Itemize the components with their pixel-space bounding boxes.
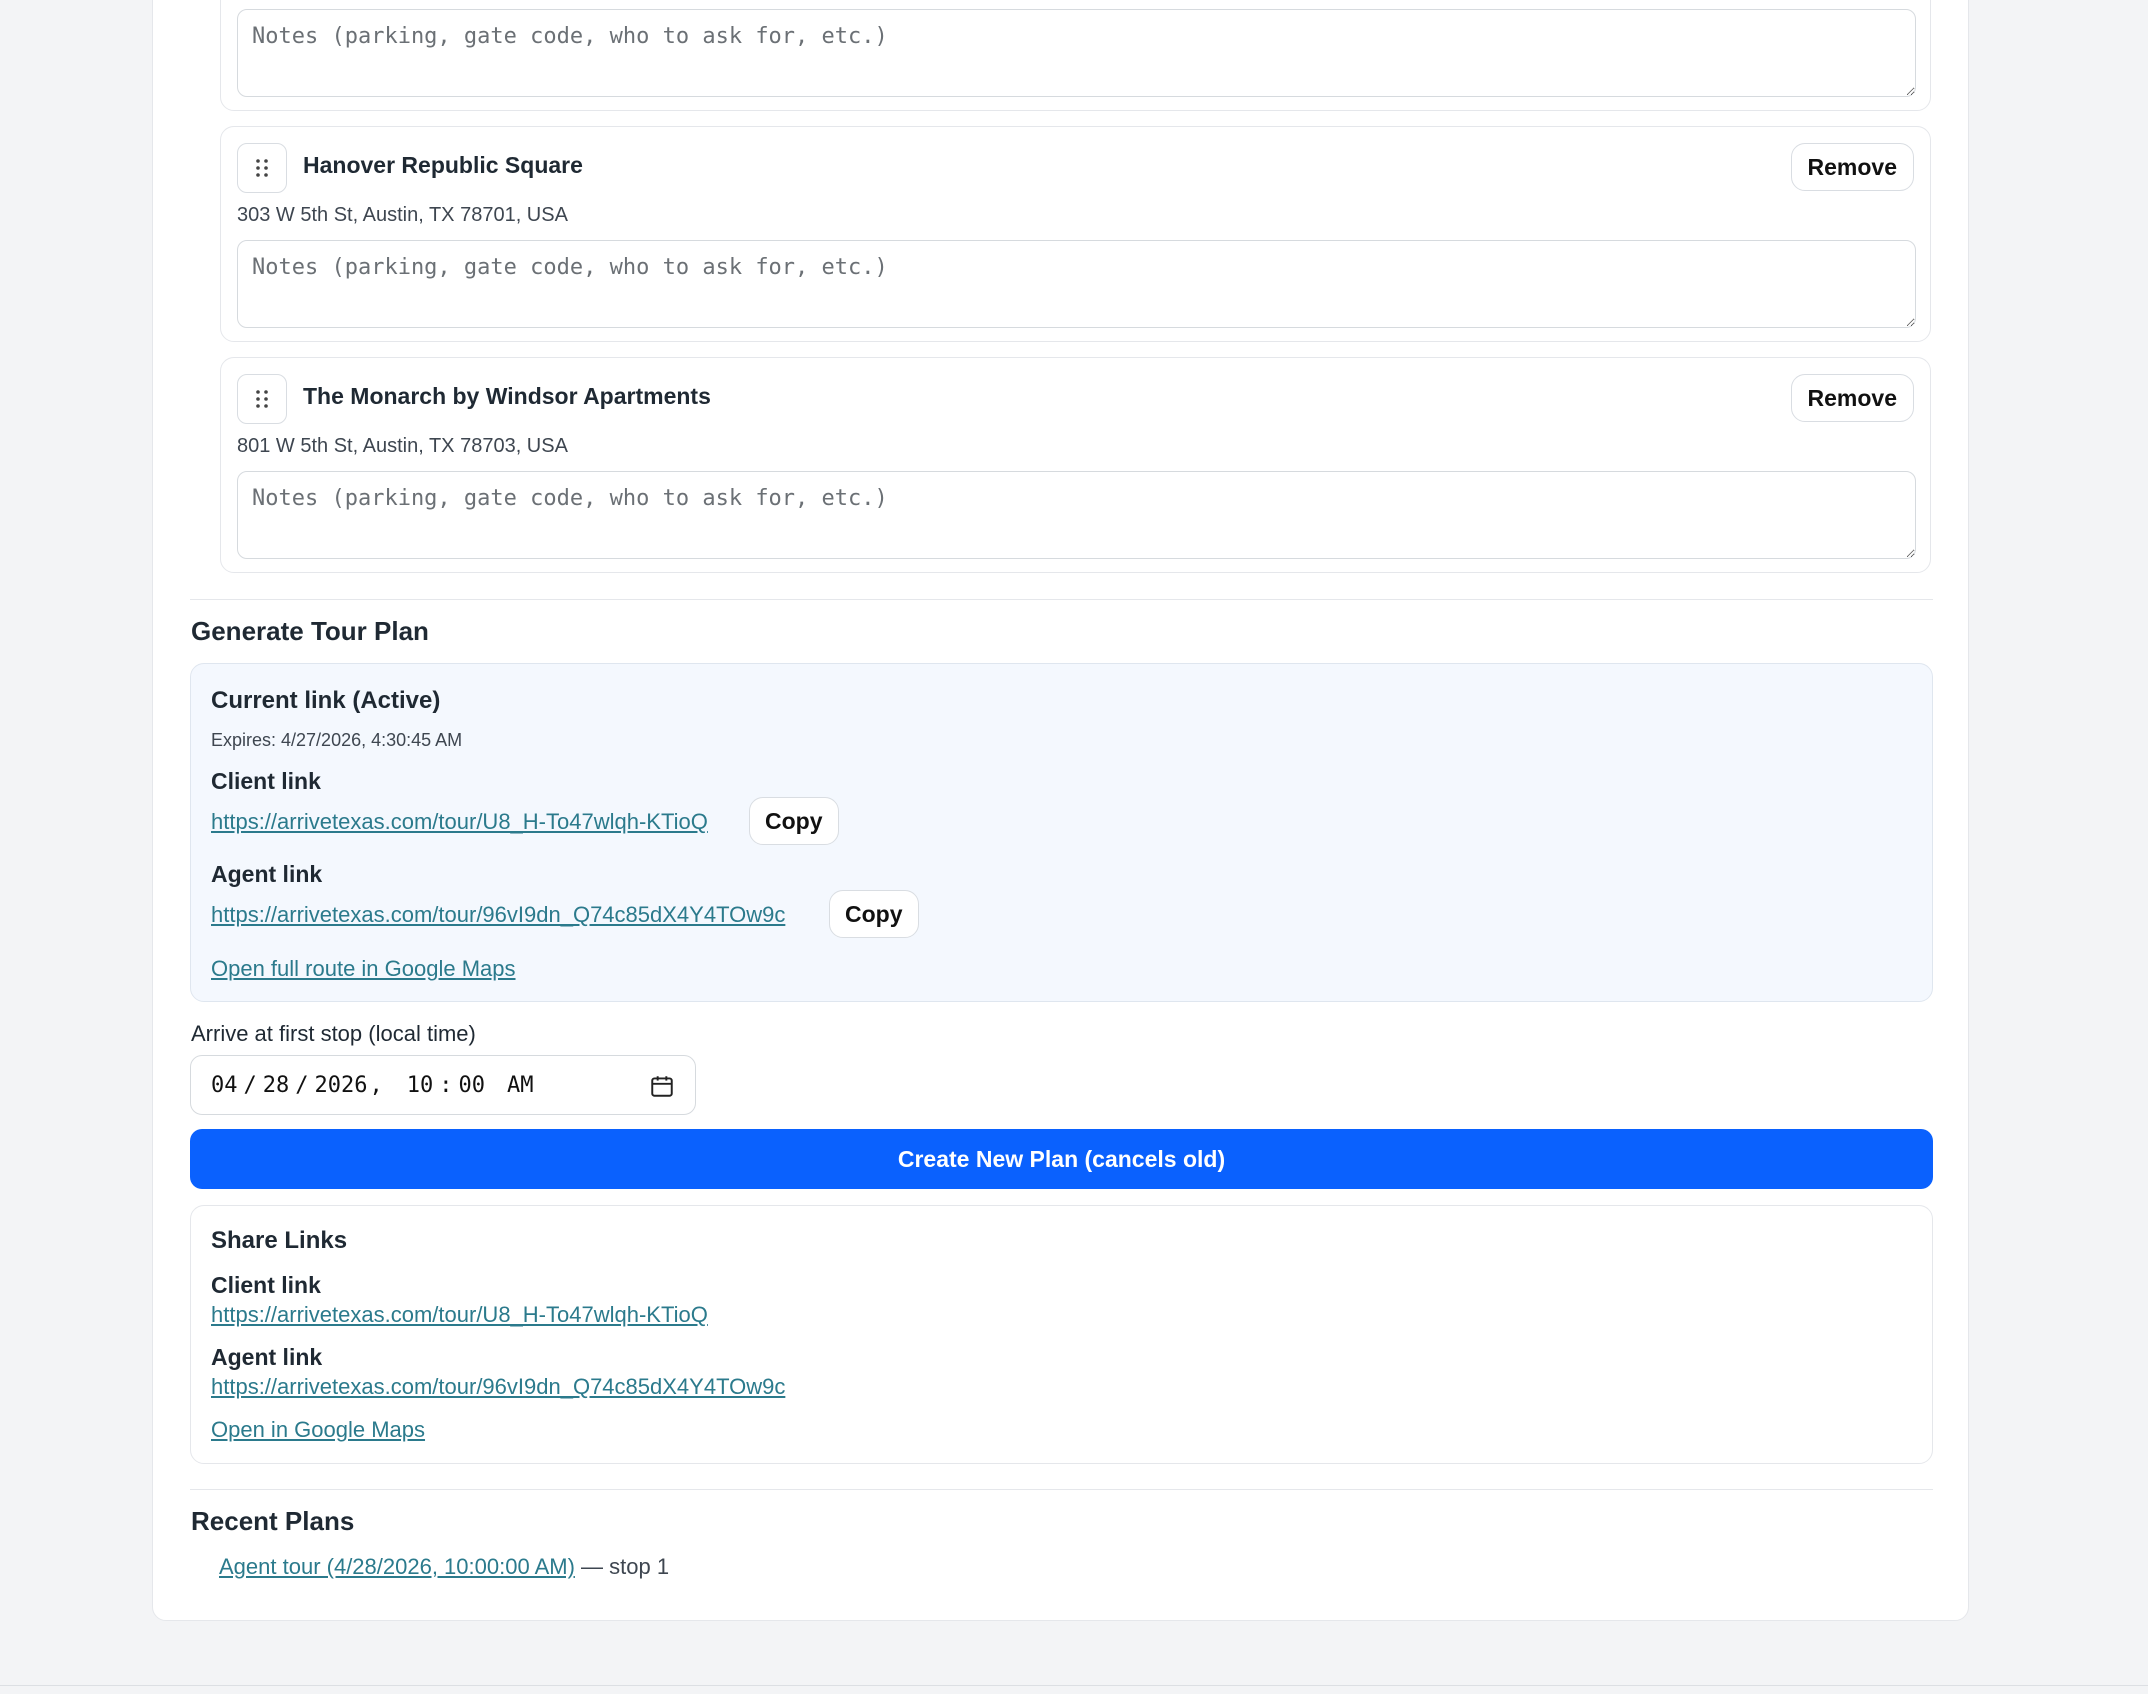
dt-month[interactable]: 04	[211, 1073, 238, 1098]
divider	[190, 1489, 1933, 1490]
arrive-time-label: Arrive at first stop (local time)	[191, 1021, 476, 1046]
drag-dots-icon	[256, 159, 268, 177]
share-agent-label: Agent link	[211, 1344, 323, 1370]
drag-dots-icon	[256, 390, 268, 408]
stop-notes-input[interactable]	[237, 471, 1916, 559]
stop-address: 801 W 5th St, Austin, TX 78703, USA	[237, 435, 568, 457]
drag-handle[interactable]	[237, 143, 287, 193]
dt-day[interactable]: 28	[263, 1073, 290, 1098]
share-agent-url[interactable]: https://arrivetexas.com/tour/96vI9dn_Q74…	[211, 1374, 785, 1400]
drag-handle[interactable]	[237, 374, 287, 424]
stop-name: The Monarch by Windsor Apartments	[303, 383, 711, 409]
dt-sep: :	[439, 1072, 453, 1098]
client-link-url[interactable]: https://arrivetexas.com/tour/U8_H-To47wl…	[211, 809, 708, 835]
stop-card: The Monarch by Windsor Apartments Remove…	[220, 357, 1931, 573]
agent-link-url[interactable]: https://arrivetexas.com/tour/96vI9dn_Q74…	[211, 902, 785, 928]
stop-card	[220, 0, 1931, 111]
share-links-panel: Share Links Client link https://arrivete…	[190, 1205, 1933, 1464]
dt-sep: ,	[369, 1072, 383, 1098]
recent-plans-title: Recent Plans	[191, 1506, 355, 1536]
stop-notes-input[interactable]	[237, 9, 1916, 97]
remove-stop-button[interactable]: Remove	[1790, 374, 1914, 422]
stop-address: 303 W 5th St, Austin, TX 78701, USA	[237, 204, 568, 226]
recent-plan-item: Agent tour (4/28/2026, 10:00:00 AM) — st…	[219, 1554, 669, 1580]
dt-year[interactable]: 2026	[315, 1073, 368, 1098]
open-google-maps-link[interactable]: Open in Google Maps	[211, 1417, 425, 1443]
dt-sep: /	[243, 1072, 257, 1098]
agent-link-label: Agent link	[211, 861, 323, 887]
dt-ampm[interactable]: AM	[507, 1073, 534, 1098]
share-client-label: Client link	[211, 1272, 321, 1298]
current-link-panel: Current link (Active) Expires: 4/27/2026…	[190, 663, 1933, 1002]
arrive-datetime-input[interactable]: 04 / 28 / 2026 , 10 : 00 AM	[190, 1055, 696, 1115]
calendar-icon[interactable]	[649, 1073, 675, 1099]
share-links-title: Share Links	[211, 1227, 348, 1254]
expires-text: Expires: 4/27/2026, 4:30:45 AM	[211, 730, 463, 750]
open-full-route-link[interactable]: Open full route in Google Maps	[211, 956, 516, 982]
client-link-label: Client link	[211, 768, 321, 794]
dt-sep: /	[295, 1072, 309, 1098]
dt-hour[interactable]: 10	[407, 1073, 434, 1098]
copy-agent-link-button[interactable]: Copy	[829, 890, 919, 938]
divider	[190, 599, 1933, 600]
generate-title: Generate Tour Plan	[191, 616, 429, 646]
recent-plan-suffix: — stop 1	[574, 1554, 670, 1579]
create-new-plan-button[interactable]: Create New Plan (cancels old)	[190, 1129, 1933, 1189]
stop-name: Hanover Republic Square	[303, 152, 583, 178]
copy-client-link-button[interactable]: Copy	[749, 797, 839, 845]
remove-stop-button[interactable]: Remove	[1790, 143, 1914, 191]
current-link-title: Current link (Active)	[211, 687, 441, 714]
share-client-url[interactable]: https://arrivetexas.com/tour/U8_H-To47wl…	[211, 1302, 708, 1328]
dt-minute[interactable]: 00	[458, 1073, 485, 1098]
footer-divider	[0, 1685, 2148, 1686]
recent-plan-link[interactable]: Agent tour (4/28/2026, 10:00:00 AM)	[219, 1554, 575, 1579]
stop-card: Hanover Republic Square Remove 303 W 5th…	[220, 126, 1931, 342]
stop-notes-input[interactable]	[237, 240, 1916, 328]
